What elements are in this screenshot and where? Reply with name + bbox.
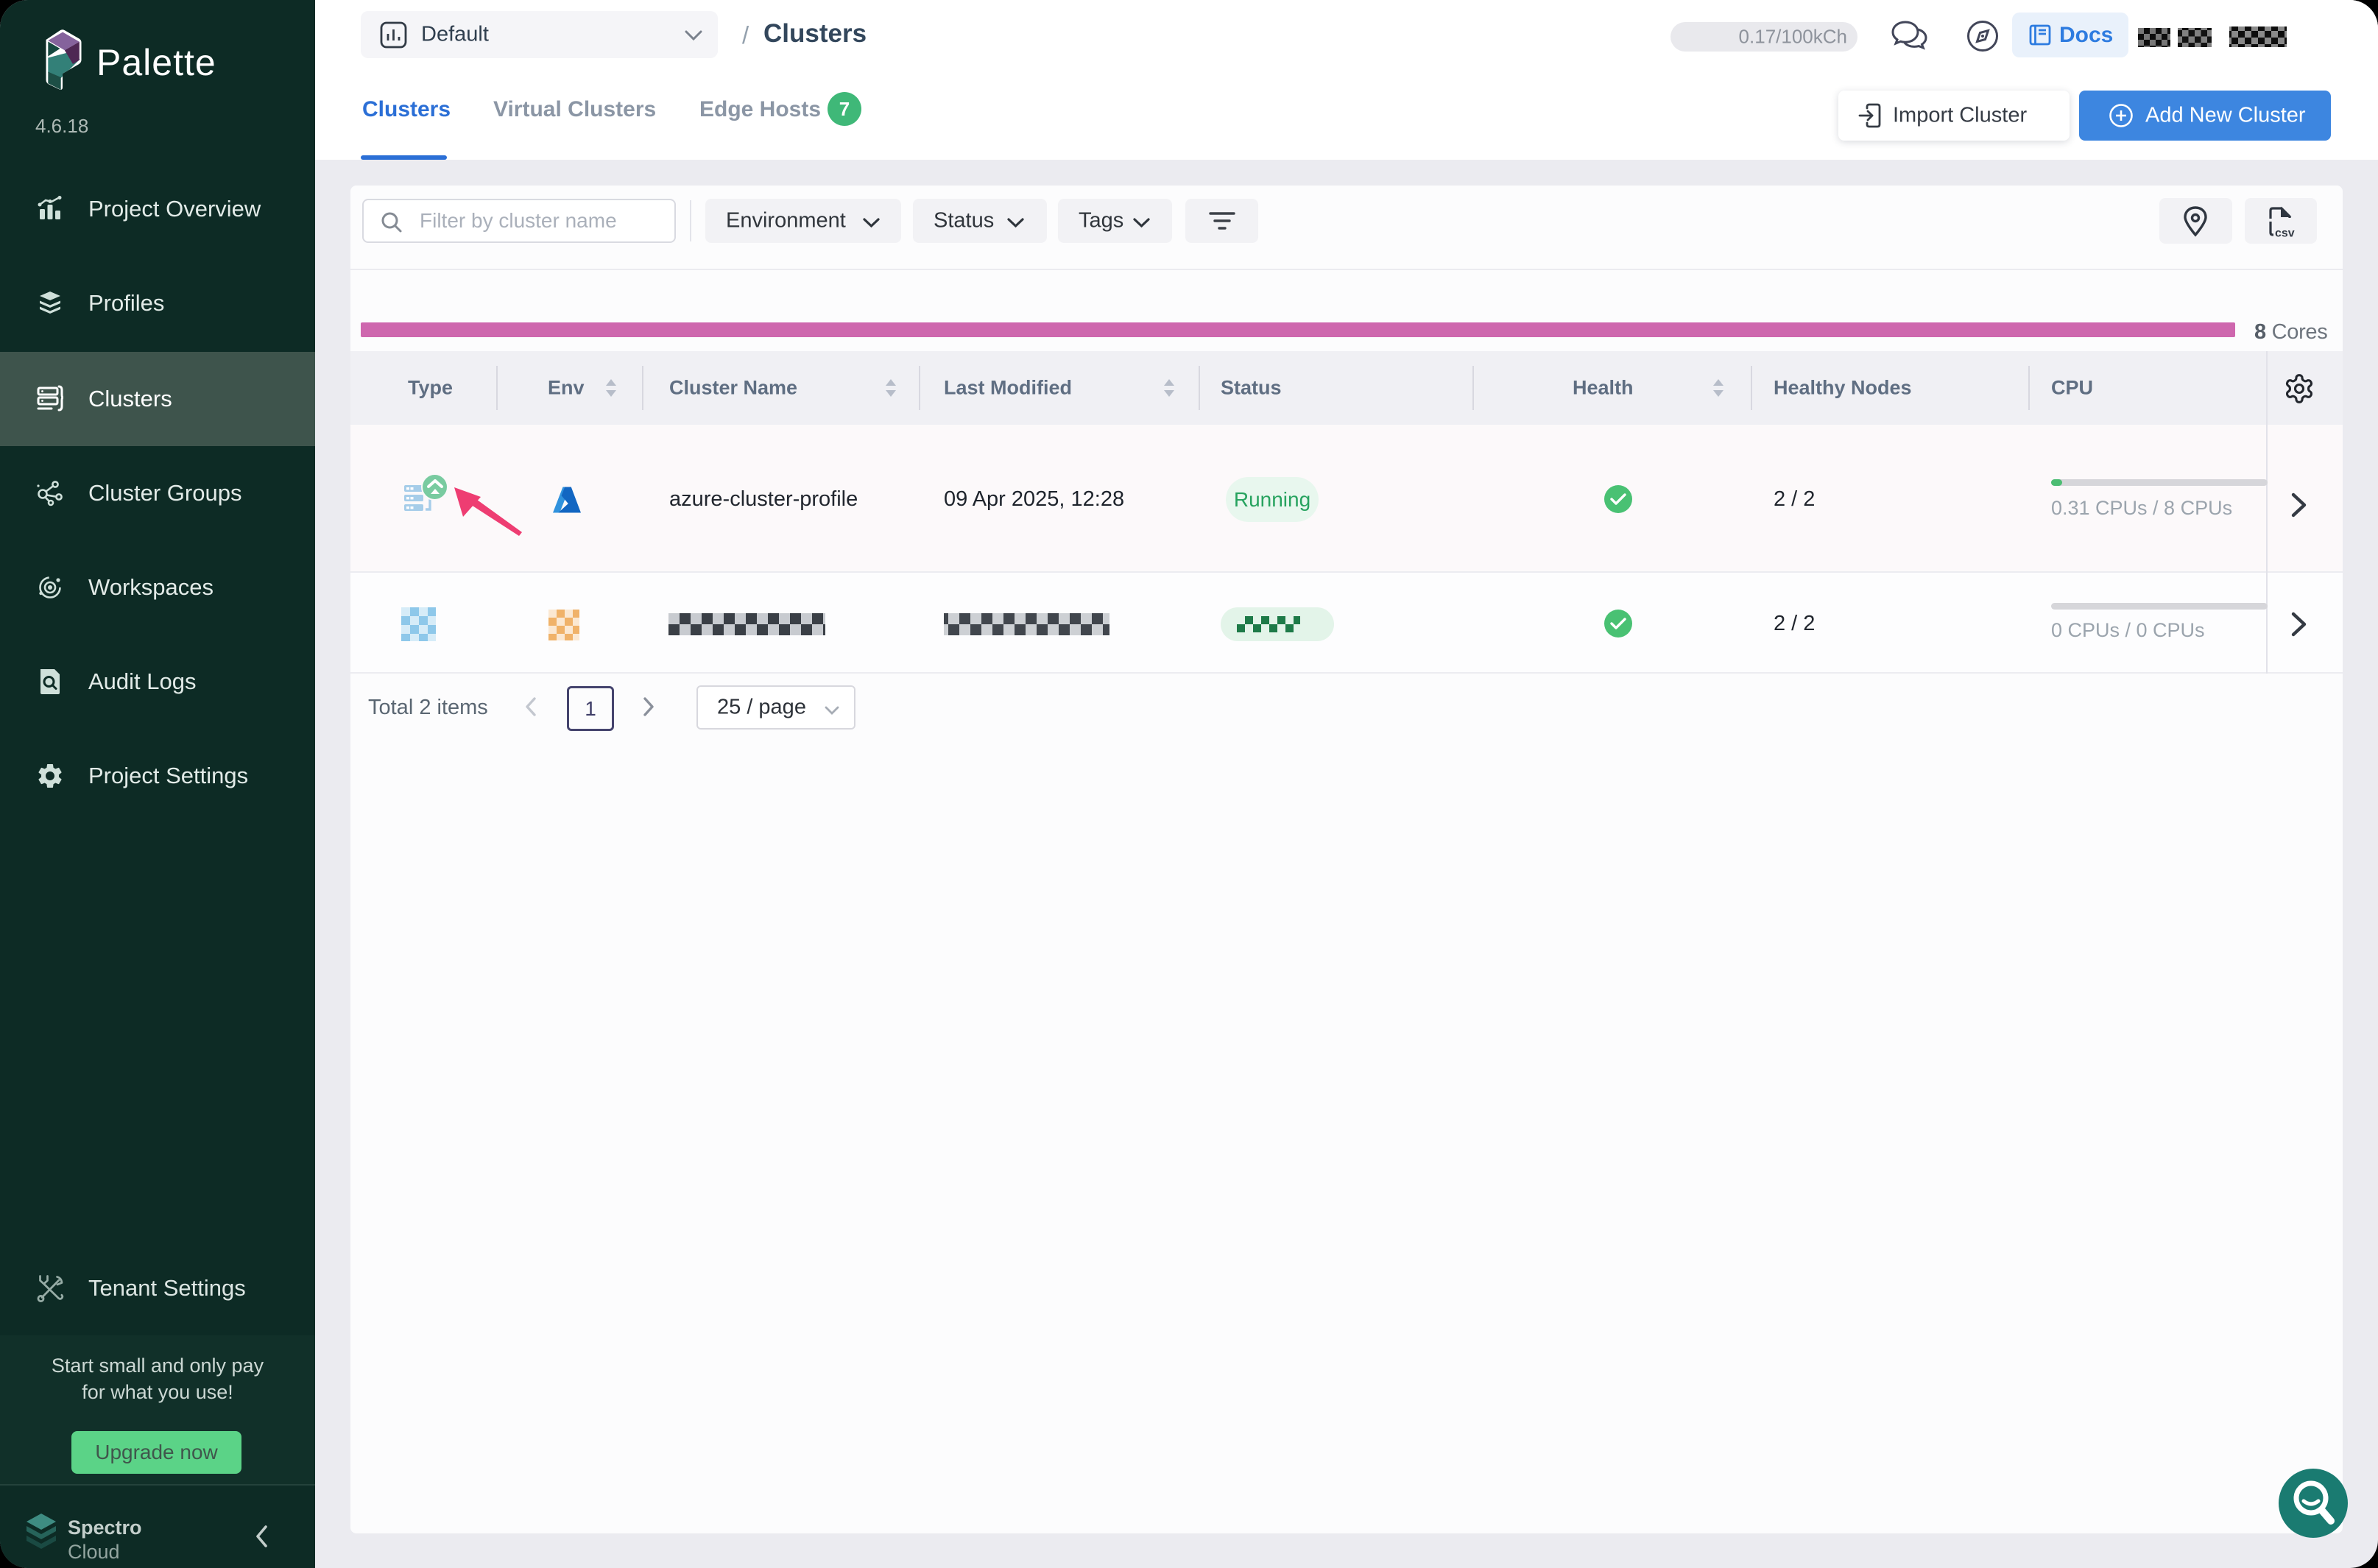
svg-text:csv: csv <box>2275 227 2295 239</box>
